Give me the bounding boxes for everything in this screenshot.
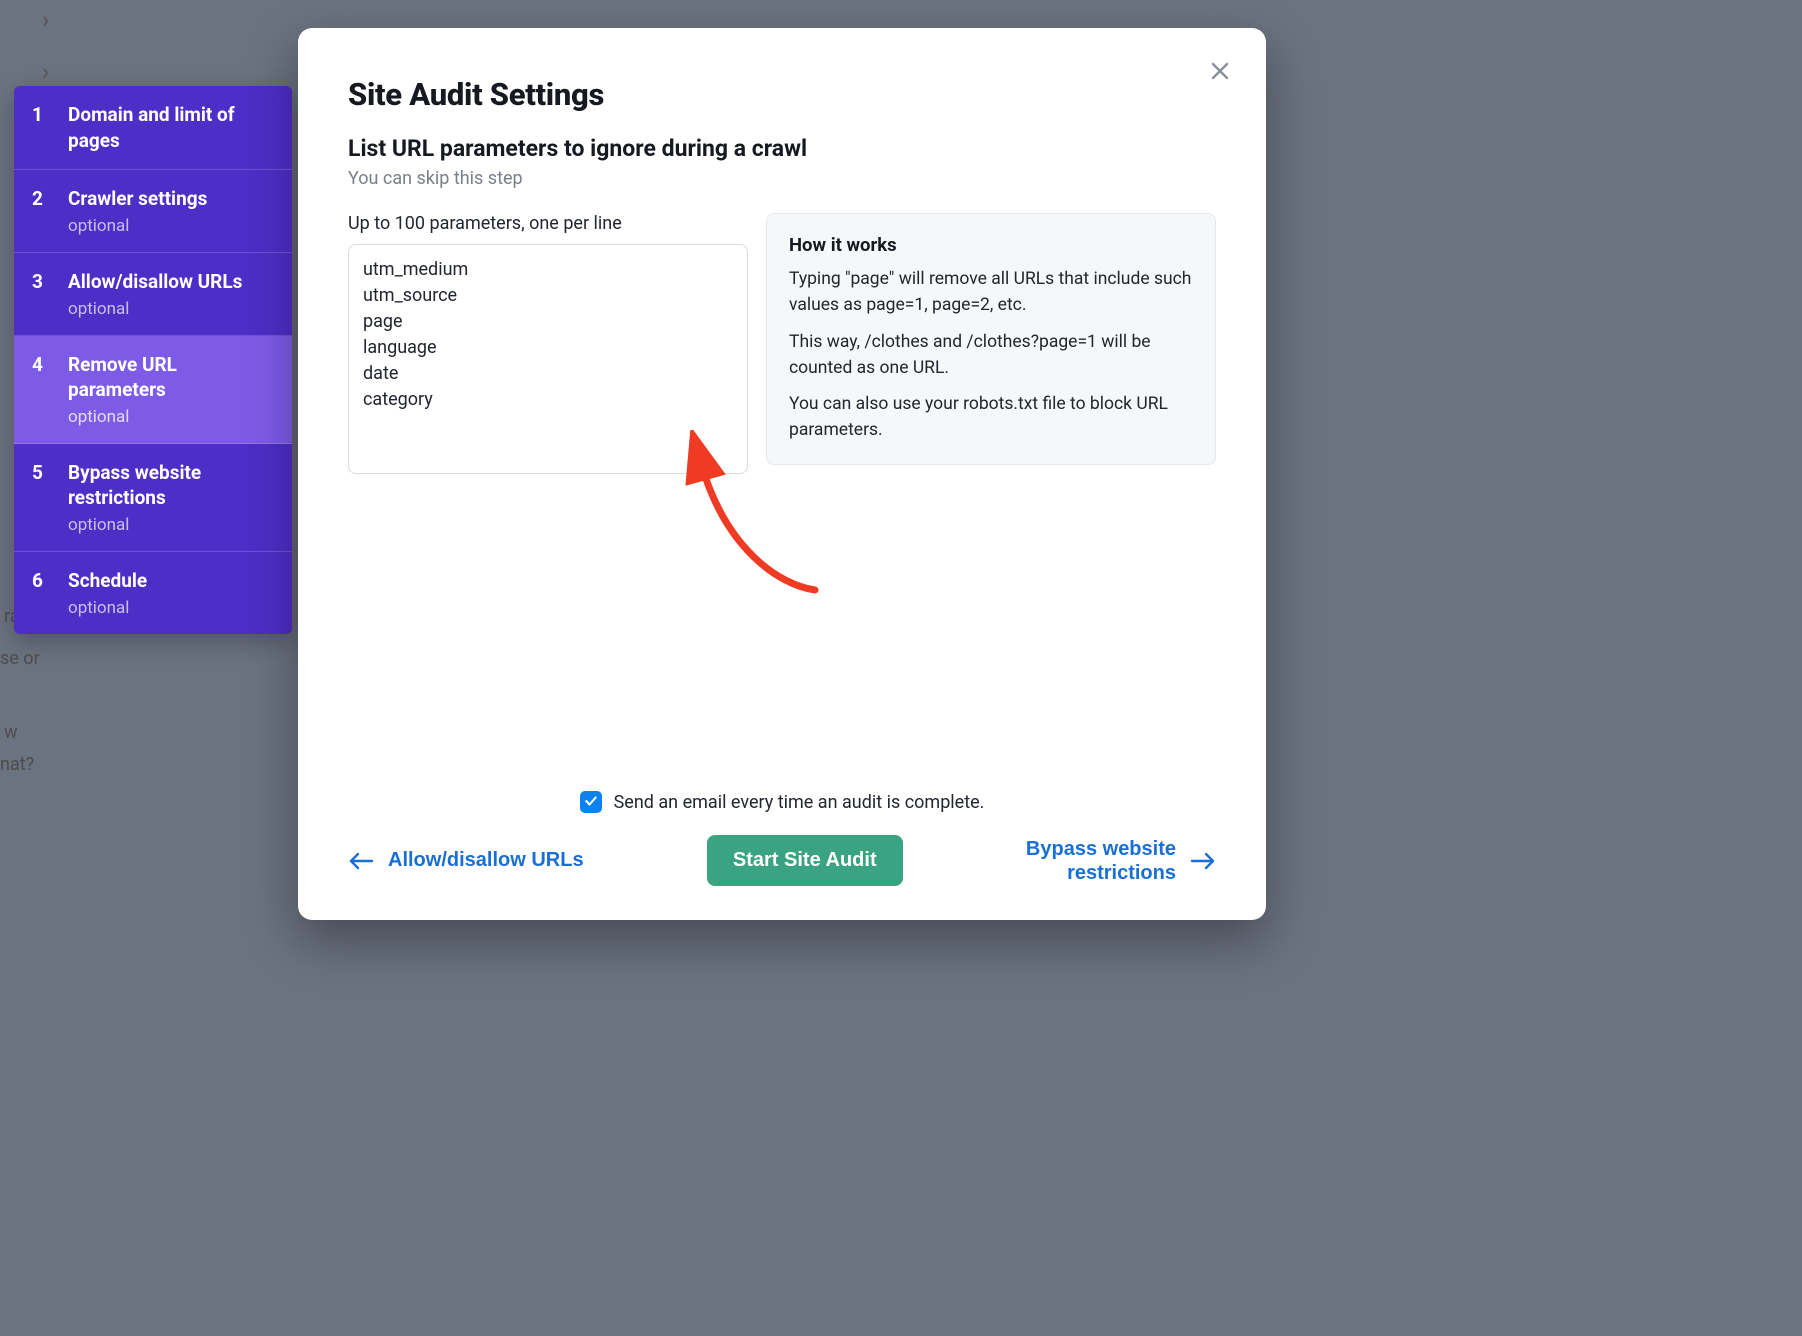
email-notify-label: Send an email every time an audit is com… bbox=[614, 792, 985, 813]
textarea-label: Up to 100 parameters, one per line bbox=[348, 213, 748, 234]
previous-step-label: Allow/disallow URLs bbox=[388, 849, 584, 872]
arrow-left-icon bbox=[348, 852, 374, 870]
sidebar-step-domain-limit[interactable]: 1 Domain and limit of pages bbox=[14, 86, 292, 170]
step-title: Crawler settings bbox=[68, 186, 207, 212]
start-site-audit-button[interactable]: Start Site Audit bbox=[707, 835, 903, 886]
close-icon bbox=[1208, 59, 1232, 86]
step-number: 2 bbox=[32, 186, 50, 236]
sidebar-step-allow-disallow-urls[interactable]: 3 Allow/disallow URLs optional bbox=[14, 253, 292, 336]
settings-modal: Site Audit Settings List URL parameters … bbox=[298, 28, 1266, 920]
next-step-button[interactable]: Bypass website restrictions bbox=[1026, 837, 1216, 885]
next-step-label-line1: Bypass website bbox=[1026, 838, 1176, 860]
background-chevron-icon: › bbox=[42, 6, 49, 34]
infobox-paragraph: Typing "page" will remove all URLs that … bbox=[789, 266, 1193, 319]
background-text: se or bbox=[0, 648, 40, 669]
previous-step-button[interactable]: Allow/disallow URLs bbox=[348, 849, 584, 872]
step-subtitle: optional bbox=[68, 515, 272, 535]
next-step-label-line2: restrictions bbox=[1067, 862, 1176, 884]
step-number: 6 bbox=[32, 568, 50, 618]
close-button[interactable] bbox=[1202, 54, 1238, 90]
infobox-paragraph: This way, /clothes and /clothes?page=1 w… bbox=[789, 329, 1193, 382]
step-subtitle: optional bbox=[68, 407, 272, 427]
sidebar-step-schedule[interactable]: 6 Schedule optional bbox=[14, 552, 292, 634]
check-icon bbox=[584, 792, 598, 813]
step-number: 3 bbox=[32, 269, 50, 319]
background-text: w bbox=[4, 722, 18, 743]
section-subtext: You can skip this step bbox=[348, 168, 1216, 189]
step-number: 4 bbox=[32, 352, 50, 427]
step-subtitle: optional bbox=[68, 299, 242, 319]
background-chevron-icon: › bbox=[42, 58, 49, 86]
wizard-steps-sidebar: 1 Domain and limit of pages 2 Crawler se… bbox=[14, 86, 292, 634]
section-heading: List URL parameters to ignore during a c… bbox=[348, 135, 1216, 162]
email-notify-checkbox[interactable] bbox=[580, 791, 602, 813]
step-title: Domain and limit of pages bbox=[68, 102, 272, 153]
arrow-right-icon bbox=[1190, 852, 1216, 870]
url-parameters-textarea[interactable] bbox=[348, 244, 748, 474]
step-title: Allow/disallow URLs bbox=[68, 269, 242, 295]
sidebar-step-bypass-restrictions[interactable]: 5 Bypass website restrictions optional bbox=[14, 444, 292, 552]
background-text: nat? bbox=[0, 754, 34, 775]
how-it-works-panel: How it works Typing "page" will remove a… bbox=[766, 213, 1216, 465]
step-subtitle: optional bbox=[68, 598, 147, 618]
modal-title: Site Audit Settings bbox=[348, 76, 1216, 113]
infobox-paragraph: You can also use your robots.txt file to… bbox=[789, 391, 1193, 444]
step-number: 5 bbox=[32, 460, 50, 535]
step-subtitle: optional bbox=[68, 216, 207, 236]
step-number: 1 bbox=[32, 102, 50, 153]
sidebar-step-crawler-settings[interactable]: 2 Crawler settings optional bbox=[14, 170, 292, 253]
sidebar-step-remove-url-parameters[interactable]: 4 Remove URL parameters optional bbox=[14, 336, 292, 444]
infobox-title: How it works bbox=[789, 234, 1193, 256]
step-title: Bypass website restrictions bbox=[68, 460, 272, 511]
step-title: Remove URL parameters bbox=[68, 352, 272, 403]
step-title: Schedule bbox=[68, 568, 147, 594]
